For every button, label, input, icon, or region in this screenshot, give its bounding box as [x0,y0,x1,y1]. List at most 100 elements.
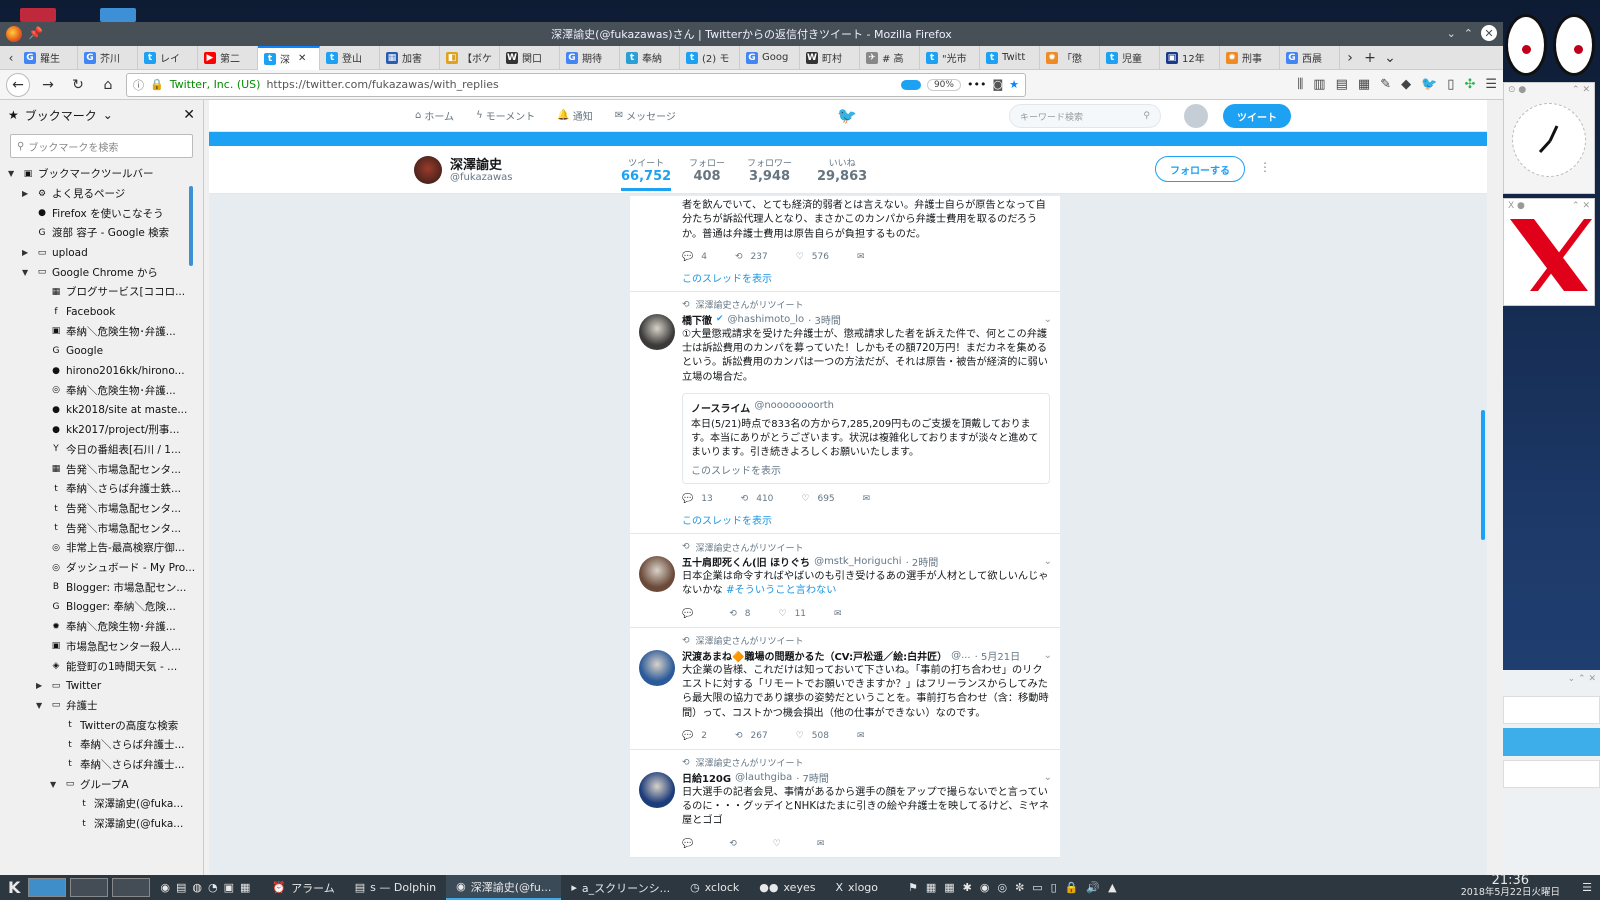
close-sidebar-icon[interactable]: ✕ [183,107,195,123]
bookmark-item[interactable]: t 奉納＼さらば弁護士... [0,735,203,755]
like-button[interactable]: ♡ 508 [796,731,829,741]
tweet[interactable]: ⟲ 深澤諭史さんがリツイート 沢渡あまね🔶職場の問題かるた（CV:戸松遥／絵:白井匠… [630,627,1060,750]
bookmark-item[interactable]: ▦ ブログサービス[ココロ... [0,282,203,302]
tab-0[interactable]: G 羅生 [18,45,78,70]
window-titlebar[interactable]: 📌 深澤諭史(@fukazawas)さん | Twitterからの返信付きツイー… [0,22,1503,46]
bookmark-item[interactable]: t 告発＼市場急配センタ... [0,518,203,538]
desktop-pager[interactable] [70,878,109,897]
forward-button[interactable]: → [36,73,60,97]
window-controls[interactable]: X ● ⌃ ✕ [1504,199,1594,213]
profile-avatar[interactable] [414,156,442,184]
tab-21[interactable]: G 西晨 [1280,45,1340,70]
tweet-avatar[interactable] [639,771,675,808]
author-handle[interactable]: @... [951,650,971,661]
author-handle[interactable]: @mstk_Horiguchi [814,556,902,567]
retweet-button[interactable]: ⟲ [729,839,745,849]
tweet-time[interactable]: · 7時間 [796,770,829,785]
author-name[interactable]: 五十肩即死くん(旧 ほりぐち [682,554,810,569]
info-icon[interactable]: ⓘ [133,77,144,93]
desktop-pager[interactable] [28,878,67,897]
bookmark-item[interactable]: ▣ 奉納＼危険生物･弁護... [0,322,203,342]
like-button[interactable]: ♡ 695 [801,494,834,504]
tab-scroll-right-icon[interactable]: › [1340,46,1360,70]
nav-home[interactable]: ⌂ ホーム [415,108,454,123]
quote-author-handle[interactable]: @noooooooorth [754,400,834,415]
bookmark-item[interactable]: ● hirono2016kk/hirono... [0,361,203,381]
taskbar-item[interactable]: Xxlogo [825,875,888,900]
tweet[interactable]: ⟲ 深澤諭史さんがリツイート 日給120G @lauthgiba · 7時間 ⌄ 日大選手の… [630,749,1060,858]
pen-icon[interactable]: ✎ [1380,77,1391,92]
tweet-button[interactable]: ツイート [1223,104,1291,128]
page-scrollbar[interactable] [1481,410,1485,540]
tab-3[interactable]: ▶ 第二 [198,45,258,70]
tab-10[interactable]: t 奉納 [620,45,680,70]
chevron-down-icon[interactable]: ⌄ [1447,27,1456,40]
quicklaunch-icons[interactable]: ◉▤◍◔▣▦ [154,881,262,894]
chevron-down-icon[interactable]: ⌄ [1044,772,1052,783]
url-bar[interactable]: ⓘ 🔒 Twitter, Inc. (US) https://twitter.c… [126,72,1026,97]
tweet[interactable]: 者を飲んでいて、とても経済的弱者とは言えない。弁護士自らが原告となって自分たちが… [630,196,1060,292]
tab-17[interactable]: ✹ 「懲 [1040,45,1100,70]
show-thread-link[interactable]: このスレッドを表示 [682,270,1050,285]
bookmark-item[interactable]: ▣ 市場急配センター殺人... [0,637,203,657]
bookmark-item[interactable]: ● kk2017/project/刑事... [0,420,203,440]
show-thread-link[interactable]: このスレッドを表示 [691,462,1041,477]
retweet-button[interactable]: ⟲ 267 [735,731,768,741]
zoom-level[interactable]: 90% [926,78,961,91]
bookmark-item[interactable]: t 深澤諭史(@fuka... [0,794,203,814]
expand-arrow-icon[interactable]: ▼ [50,780,60,789]
sidebar-header[interactable]: ★ ブックマーク ⌄ ✕ [0,100,203,130]
twitter-bird-icon[interactable]: 🐦 [837,106,857,125]
tab-14[interactable]: ✈ # 高 [860,45,920,70]
bookmark-item[interactable]: ● kk2018/site at maste... [0,400,203,420]
bookmark-item[interactable]: ◎ 非常上告-最高検察庁御... [0,538,203,558]
tweet-time[interactable]: · 2時間 [906,554,939,569]
desktop-folder-icon[interactable] [100,8,136,22]
app-launcher-icon[interactable]: K [0,878,28,897]
chevron-down-icon[interactable]: ⌄ [1044,556,1052,567]
expand-arrow-icon[interactable]: ▶ [36,681,46,690]
twitter-icon[interactable]: 🐦 [1421,77,1437,92]
profile-stat[interactable]: いいね 29,863 [817,156,867,184]
nav-notifications[interactable]: 🔔 通知 [557,108,592,123]
taskbar-item[interactable]: ◉ 深澤諭史(@fu... [446,875,562,900]
bookmark-item[interactable]: t 奉納＼さらば弁護士鉄... [0,479,203,499]
taskbar-item[interactable]: ▤ s — Dolphin [345,875,446,900]
bookmark-item[interactable]: ▼ ▭ Google Chrome から [0,262,203,282]
tab-4[interactable]: t 深 ✕ [258,45,320,70]
author-name[interactable]: 沢渡あまね🔶職場の問題かるた（CV:戸松遥／絵:白井匠） [682,648,947,663]
reader-icon[interactable]: ▤ [1336,77,1348,92]
tab-6[interactable]: ▦ 加害 [380,45,440,70]
tab-scroll-left-icon[interactable]: ‹ [4,46,18,70]
taskbar-item[interactable]: ◷ xclock [680,875,749,900]
bookmark-item[interactable]: G 渡部 容子 - Google 検索 [0,223,203,243]
profile-stat[interactable]: フォロー 408 [689,156,725,184]
tab-20[interactable]: ✹ 刑事 [1220,45,1280,70]
tweet-time[interactable]: · 3時間 [808,312,841,327]
site-identity[interactable]: Twitter, Inc. (US) [170,78,261,91]
tab-7[interactable]: ◧ 【ボケ [440,45,500,70]
pocket-icon[interactable]: ◙ [992,78,1003,91]
bookmark-item[interactable]: t 奉納＼さらば弁護士... [0,755,203,775]
extension-icon[interactable]: ▦ [1358,77,1370,92]
desktop-folder-icon[interactable] [20,8,56,22]
tab-16[interactable]: t Twitt [980,45,1040,70]
bookmark-item[interactable]: ◎ ダッシュボード - My Pro... [0,558,203,578]
tweet-time[interactable]: · 5月21日 [975,648,1020,663]
bookmark-item[interactable]: ▼ ▭ グループA [0,774,203,794]
profile-stat[interactable]: ツイート 66,752 [621,156,672,191]
bookmark-item[interactable]: ✹ 奉納＼危険生物･弁護... [0,617,203,637]
bookmark-item[interactable]: ◎ 奉納＼危険生物･弁護... [0,381,203,401]
home-button[interactable]: ⌂ [96,73,120,97]
feedly-icon[interactable]: ✣ [1464,77,1475,92]
bookmark-item[interactable]: ▦ 告発＼市場急配センタ... [0,459,203,479]
chevron-down-icon[interactable]: ⌄ [1044,314,1052,325]
menu-icon[interactable]: ☰ [1485,77,1497,92]
back-button[interactable]: ← [6,72,30,97]
tweet-avatar[interactable] [639,556,675,593]
bookmark-star-icon[interactable]: ★ [1009,78,1019,91]
author-name[interactable]: 日給120G [682,770,731,785]
bookmark-item[interactable]: Y 今日の番組表[石川 / 1... [0,440,203,460]
evernote-icon[interactable]: ◆ [1401,77,1411,92]
chevron-down-icon[interactable]: ⌄ [103,108,113,122]
